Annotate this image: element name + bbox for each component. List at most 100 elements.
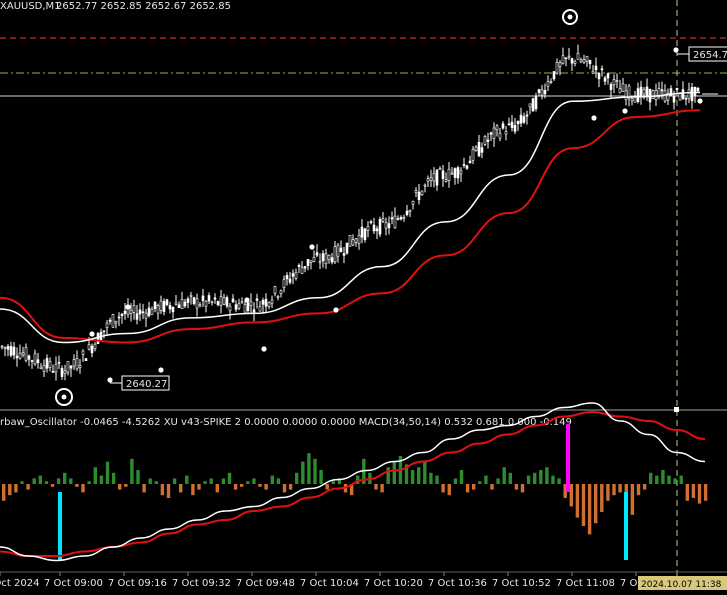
candle-body bbox=[534, 96, 538, 110]
histogram-bar bbox=[252, 478, 256, 484]
candle-body bbox=[147, 307, 151, 317]
candle-body bbox=[21, 352, 25, 356]
trading-chart[interactable]: 2640.27 2654.7 XAUUSD,M1 2652.77 2652.85… bbox=[0, 0, 727, 595]
candle-body bbox=[12, 346, 16, 356]
histogram-bar bbox=[685, 484, 689, 501]
candle-body bbox=[507, 123, 511, 126]
candle-body bbox=[27, 355, 31, 360]
candle-body bbox=[432, 173, 436, 182]
spike-marker-cyan bbox=[624, 492, 628, 560]
candle-body bbox=[570, 58, 574, 64]
candle-body bbox=[156, 305, 160, 314]
histogram-bar bbox=[124, 484, 128, 487]
candle-body bbox=[504, 131, 508, 135]
histogram-bar bbox=[618, 484, 622, 493]
histogram-bar bbox=[484, 475, 488, 484]
candle-body bbox=[390, 217, 394, 220]
candle-body bbox=[438, 168, 442, 170]
histogram-bar bbox=[50, 484, 55, 487]
candle-body bbox=[441, 170, 445, 179]
candle-body bbox=[105, 322, 109, 328]
histogram-bar bbox=[661, 470, 665, 484]
candle-body bbox=[468, 160, 472, 164]
candle-body bbox=[654, 90, 658, 101]
candle-body bbox=[639, 86, 643, 97]
candle-body bbox=[75, 358, 79, 370]
histogram-bar bbox=[191, 484, 195, 496]
histogram-bar bbox=[502, 467, 506, 484]
candle-body bbox=[621, 83, 625, 92]
candle-body bbox=[261, 300, 265, 305]
histogram-bar bbox=[44, 481, 49, 484]
candle-body bbox=[144, 312, 148, 319]
histogram-bar bbox=[26, 484, 30, 490]
candle-body bbox=[360, 226, 364, 238]
histogram-bar bbox=[526, 475, 531, 484]
candle-body bbox=[501, 123, 505, 129]
time-tick-label: 7 Oct 11:08 bbox=[556, 578, 615, 589]
histogram-bar bbox=[166, 484, 171, 498]
candle-body bbox=[489, 132, 493, 135]
histogram-bar bbox=[600, 484, 604, 512]
candle-body bbox=[600, 68, 604, 71]
candle-body bbox=[87, 344, 91, 350]
candle-body bbox=[36, 359, 40, 364]
candle-body bbox=[63, 370, 67, 374]
histogram-bar bbox=[374, 484, 378, 490]
histogram-bar bbox=[2, 484, 6, 501]
candle-body bbox=[168, 305, 172, 310]
candle-body bbox=[192, 297, 196, 304]
histogram-bar bbox=[233, 484, 238, 490]
time-tick-label: 7 Oct 2024 bbox=[0, 578, 39, 589]
histogram-bar bbox=[410, 470, 415, 484]
candle-body bbox=[222, 297, 226, 305]
candle-body bbox=[117, 316, 121, 319]
candle-body bbox=[672, 95, 676, 103]
swing-high-dot bbox=[567, 14, 573, 20]
histogram-bar bbox=[630, 484, 635, 515]
fractal-dot bbox=[309, 244, 315, 250]
candle-body bbox=[243, 304, 247, 313]
histogram-bar bbox=[111, 472, 116, 484]
candle-body bbox=[114, 320, 118, 324]
candle-body bbox=[414, 190, 418, 193]
histogram-bar bbox=[197, 484, 201, 490]
candle-body bbox=[531, 98, 535, 112]
candle-body bbox=[48, 361, 52, 368]
histogram-bar bbox=[520, 484, 525, 493]
histogram-bar bbox=[649, 472, 653, 484]
histogram-bar bbox=[240, 484, 244, 487]
ohlc-values: 2652.77 2652.85 2652.67 2652.85 bbox=[56, 1, 231, 12]
time-tick-label: 7 Oct 09:16 bbox=[108, 578, 167, 589]
candle-body bbox=[450, 172, 454, 175]
histogram-bar bbox=[703, 484, 708, 501]
candle-body bbox=[462, 164, 466, 166]
candle-body bbox=[690, 87, 694, 102]
candle-body bbox=[216, 301, 220, 306]
candle-body bbox=[6, 346, 10, 350]
candle-body bbox=[402, 216, 406, 219]
candle-body bbox=[39, 366, 43, 369]
candle-body bbox=[30, 360, 34, 362]
histogram-bar bbox=[118, 484, 122, 490]
histogram-bar bbox=[227, 472, 232, 484]
candle-body bbox=[234, 304, 238, 310]
histogram-bar bbox=[508, 472, 512, 484]
candle-body bbox=[252, 309, 256, 313]
histogram-bar bbox=[594, 484, 598, 524]
candle-body bbox=[543, 90, 547, 95]
candle-body bbox=[537, 89, 541, 93]
candle-body bbox=[516, 120, 520, 125]
time-tick-label: 7 Oct 10:52 bbox=[492, 578, 551, 589]
separator-handle[interactable] bbox=[674, 407, 679, 412]
candle-body bbox=[636, 88, 640, 102]
candle-body bbox=[258, 306, 262, 312]
candle-body bbox=[78, 365, 82, 368]
candle-body bbox=[207, 295, 211, 302]
candle-body bbox=[270, 299, 274, 304]
candle-body bbox=[579, 59, 583, 63]
candle-body bbox=[354, 238, 358, 243]
time-tick-label: 7 Oct 09:48 bbox=[236, 578, 295, 589]
candle-body bbox=[645, 86, 649, 97]
candle-body bbox=[93, 343, 97, 350]
